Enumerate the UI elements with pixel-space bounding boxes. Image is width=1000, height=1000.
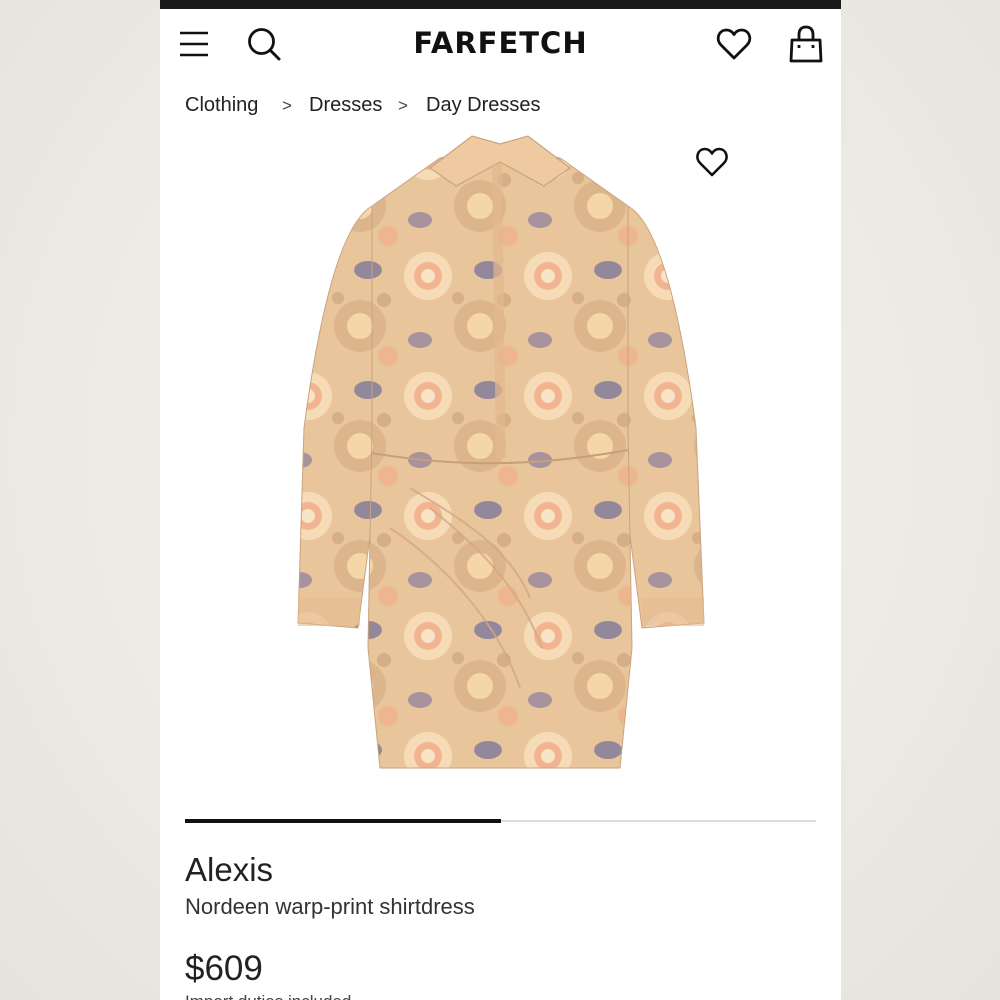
shopping-bag-icon[interactable] [788, 25, 824, 63]
status-bar [160, 0, 841, 9]
breadcrumb-dresses[interactable]: Dresses [309, 94, 382, 117]
product-name: Nordeen warp-print shirtdress [185, 894, 475, 919]
breadcrumb-separator: > [282, 96, 292, 115]
breadcrumb-day-dresses[interactable]: Day Dresses [426, 94, 540, 117]
price-note: Import duties included [185, 992, 351, 1000]
product-price: $609 [185, 949, 263, 988]
wishlist-heart-icon[interactable] [716, 27, 752, 61]
gallery-progress-track [185, 819, 816, 823]
favorite-heart-icon[interactable] [695, 146, 729, 178]
product-image[interactable] [280, 128, 720, 788]
breadcrumb-clothing[interactable]: Clothing [185, 94, 258, 117]
product-brand[interactable]: Alexis [185, 851, 273, 889]
product-page: FARFETCH Clothing > Dresses > Day Dresse… [160, 0, 841, 1000]
breadcrumb-separator: > [398, 96, 408, 115]
gallery-progress-fill [185, 819, 501, 823]
header: FARFETCH [160, 9, 841, 81]
